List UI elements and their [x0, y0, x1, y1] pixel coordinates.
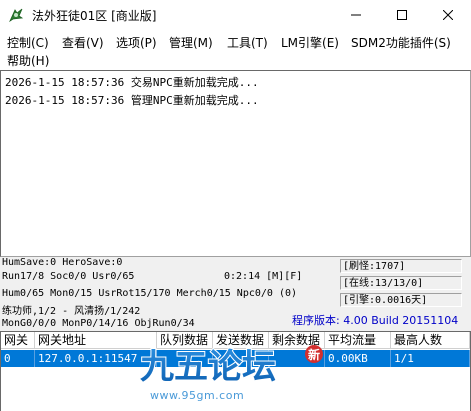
menu-tools[interactable]: 工具(T) — [227, 34, 268, 51]
menu-lm-engine[interactable]: LM引擎(E) — [281, 34, 339, 51]
watermark-url: www.95gm.com — [150, 389, 245, 402]
menu-sdm2-plugins[interactable]: SDM2功能插件(S) — [351, 34, 451, 51]
watermark-logo: 九五论坛 新 — [139, 345, 323, 384]
column-header[interactable]: 网关 — [1, 332, 35, 349]
minimize-icon — [351, 14, 361, 16]
minimize-button[interactable] — [333, 0, 379, 30]
log-line: 2026-1-15 18:57:36 管理NPC重新加载完成... — [5, 94, 259, 107]
stat-timer: 0:2:14 [M][F] — [224, 271, 303, 282]
menu-manage[interactable]: 管理(M) — [169, 34, 213, 51]
program-version: 程序版本: 4.00 Build 20151104 — [292, 314, 459, 327]
stat-save: HumSave:0 HeroSave:0 — [2, 257, 123, 268]
cell-avg-traffic: 0.00KB — [325, 350, 391, 367]
app-icon — [9, 8, 24, 23]
column-header[interactable]: 最高人数 — [391, 332, 470, 349]
watermark-logo-text: 九五论坛 — [140, 347, 276, 384]
stat-mon: MonG0/0/0 MonP0/14/16 ObjRun0/34 — [2, 318, 195, 329]
stat-run: Run17/8 Soc0/0 Usr0/65 — [2, 271, 135, 282]
column-header[interactable]: 平均流量 — [325, 332, 391, 349]
menu-control[interactable]: 控制(C) — [7, 34, 49, 51]
monster-refresh-box: [刷怪:1707] — [340, 259, 462, 273]
close-button[interactable] — [425, 0, 471, 30]
menu-bar: 控制(C) 查看(V) 选项(P) 管理(M) 工具(T) LM引擎(E) SD… — [0, 30, 471, 70]
log-panel[interactable]: 2026-1-15 18:57:36 交易NPC重新加载完成... 2026-1… — [0, 70, 471, 257]
online-count-box: [在线:13/13/0] — [340, 276, 462, 290]
menu-view[interactable]: 查看(V) — [62, 34, 104, 51]
cell-gate: 0 — [1, 350, 35, 367]
title-bar: 法外狂徒01区 [商业版] — [0, 0, 471, 30]
log-line: 2026-1-15 18:57:36 交易NPC重新加载完成... — [5, 76, 259, 89]
stat-trainer: 练功师,1/2 - 风清扬/1/242 — [2, 306, 141, 317]
window-title: 法外狂徒01区 [商业版] — [32, 9, 157, 23]
cell-max-users: 1/1 — [391, 350, 470, 367]
maximize-button[interactable] — [379, 0, 425, 30]
stat-hum: Hum0/65 Mon0/15 UsrRot15/170 Merch0/15 N… — [2, 288, 298, 299]
menu-options[interactable]: 选项(P) — [116, 34, 157, 51]
engine-box: [引擎:0.0016天] — [340, 293, 462, 307]
watermark-badge: 新 — [308, 347, 320, 362]
close-icon — [443, 10, 453, 20]
menu-help[interactable]: 帮助(H) — [7, 52, 49, 69]
maximize-icon — [397, 10, 407, 20]
